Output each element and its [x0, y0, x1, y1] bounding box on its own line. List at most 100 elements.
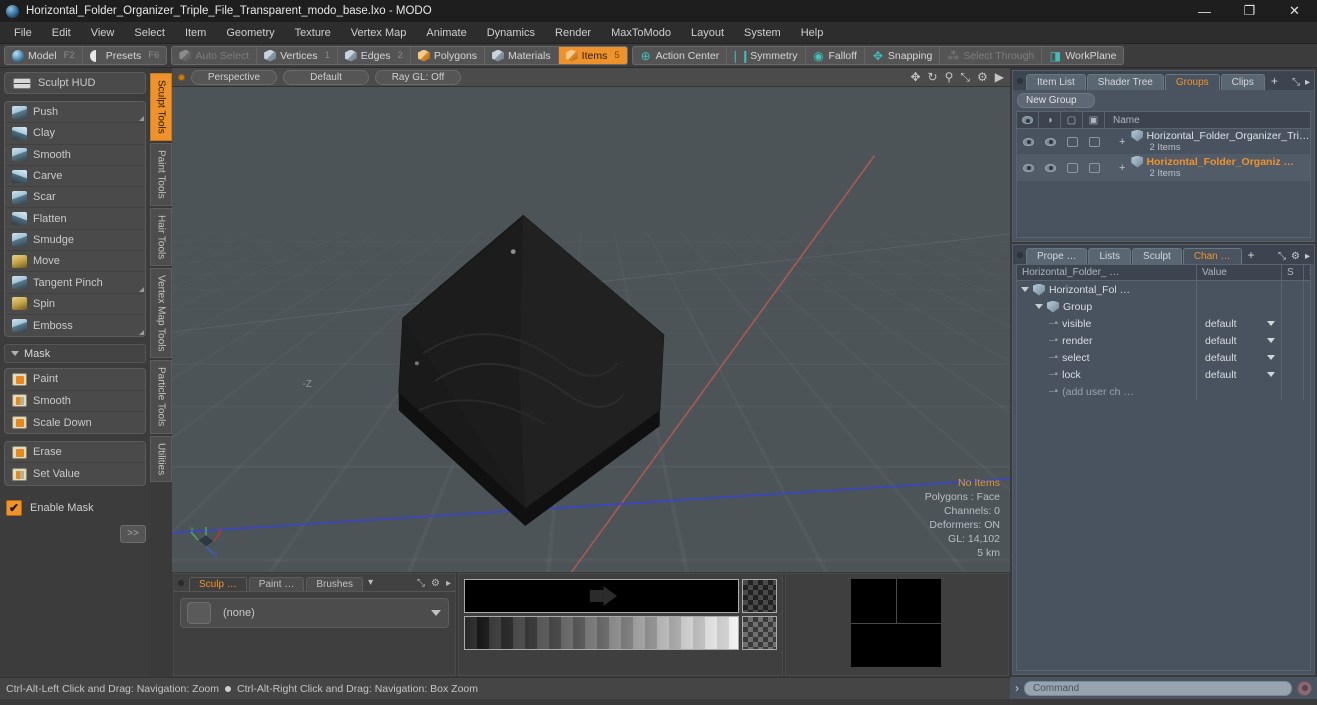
channel-row[interactable]: –▪ visible default	[1017, 315, 1310, 332]
vtab-utilities[interactable]: Utilities	[150, 435, 172, 482]
gradient-checker-swatch[interactable]	[742, 616, 777, 650]
minimize-button[interactable]: —	[1182, 0, 1227, 22]
sculpt-tool-flatten[interactable]: Flatten	[5, 208, 145, 230]
mask-tool-paint[interactable]: Paint	[5, 369, 145, 391]
mode-model[interactable]: Model F2	[5, 47, 83, 64]
tab-clips[interactable]: Clips	[1220, 74, 1265, 90]
3d-viewport[interactable]: -Z No Items Polygons : Face Channels: 0 …	[172, 87, 1010, 572]
visibility-icon[interactable]	[1017, 112, 1039, 128]
expand-icon[interactable]: ⤡	[1292, 77, 1300, 88]
sculpt-hud-button[interactable]: Sculpt HUD	[4, 72, 146, 94]
gear-icon[interactable]: ⚙	[977, 70, 988, 84]
mode-select-through[interactable]: ⁂ Select Through	[940, 47, 1043, 64]
panel-menu-dot-icon[interactable]	[178, 579, 184, 586]
channel-row[interactable]: –▪ lock default	[1017, 366, 1310, 383]
mode-vertices[interactable]: Vertices 1	[257, 47, 338, 64]
tab-paint[interactable]: Paint …	[248, 577, 305, 591]
viewport-raygl-button[interactable]: Ray GL: Off	[375, 69, 461, 85]
expand-icon[interactable]: +	[1119, 162, 1125, 174]
pan-icon[interactable]: ✥	[910, 70, 920, 84]
tab-lists[interactable]: Lists	[1088, 248, 1132, 264]
sculpt-tool-move[interactable]: Move	[5, 251, 145, 273]
mode-items[interactable]: Items 5	[558, 47, 627, 64]
brush-preview-quad[interactable]	[851, 579, 941, 667]
zoom-icon[interactable]: ⚲	[945, 70, 954, 84]
chevron-down-icon[interactable]	[1035, 304, 1043, 309]
mode-presets[interactable]: Presets F6	[83, 47, 167, 64]
mode-falloff[interactable]: ◉ Falloff	[806, 47, 865, 64]
menu-item-texture[interactable]: Texture	[285, 24, 341, 42]
enable-mask-row[interactable]: ✔ Enable Mask	[6, 497, 146, 519]
select-icon[interactable]: ▢	[1061, 112, 1083, 128]
group-row-toggle-0[interactable]	[1017, 129, 1039, 154]
mode-polygons[interactable]: Polygons	[411, 47, 486, 64]
menu-item-help[interactable]: Help	[791, 24, 834, 42]
falloff-profile-strip[interactable]	[464, 579, 739, 613]
rotate-icon[interactable]: ↻	[928, 70, 938, 84]
menu-item-layout[interactable]: Layout	[681, 24, 734, 42]
sculpt-tool-carve[interactable]: Carve	[5, 166, 145, 188]
add-tab-button[interactable]: +	[1271, 74, 1278, 88]
mode-snapping[interactable]: ✥ Snapping	[865, 47, 941, 64]
channel-row[interactable]: –▪ (add user ch …	[1017, 383, 1310, 400]
command-record-button[interactable]	[1297, 680, 1312, 696]
menu-item-dynamics[interactable]: Dynamics	[477, 24, 545, 42]
sculpt-tool-push[interactable]: Push	[5, 102, 145, 124]
tab-properties[interactable]: Prope …	[1026, 248, 1088, 264]
group-row[interactable]: + Horizontal_Folder_Organiz … 2 Items	[1017, 155, 1310, 181]
arrow-right-icon[interactable]: ▶	[995, 70, 1004, 84]
gear-icon[interactable]: ⚙	[431, 578, 440, 589]
group-row-toggle-3[interactable]	[1083, 155, 1105, 180]
group-row-toggle-2[interactable]	[1061, 129, 1083, 154]
tab-sculpt[interactable]: Sculp …	[189, 577, 247, 591]
chevron-down-icon[interactable]	[1267, 321, 1275, 326]
group-row-toggle-1[interactable]	[1039, 129, 1061, 154]
tab-groups[interactable]: Groups	[1164, 74, 1220, 90]
menu-item-view[interactable]: View	[81, 24, 125, 42]
mode-auto-select[interactable]: Auto Select	[172, 47, 258, 64]
channel-row[interactable]: Group	[1017, 298, 1310, 315]
fit-icon[interactable]: ⤡	[960, 70, 970, 85]
tab-sculpt-props[interactable]: Sculpt	[1132, 248, 1182, 264]
sculpt-tool-smudge[interactable]: Smudge	[5, 230, 145, 252]
falloff-checker-swatch[interactable]	[742, 579, 777, 613]
lock-icon[interactable]: ▣	[1083, 112, 1105, 128]
group-row-toggle-2[interactable]	[1061, 155, 1083, 180]
chevron-down-icon[interactable]	[1267, 338, 1275, 343]
channel-value-cell[interactable]: default	[1197, 349, 1282, 366]
chevron-down-icon[interactable]	[1267, 372, 1275, 377]
channel-value-cell[interactable]: default	[1197, 366, 1282, 383]
tab-shader-tree[interactable]: Shader Tree	[1086, 74, 1164, 90]
group-row-toggle-0[interactable]	[1017, 155, 1039, 180]
viewport-menu-dot-icon[interactable]	[178, 73, 185, 81]
tab-overflow-caret-icon[interactable]: ▾	[368, 577, 373, 588]
arrow-right-icon[interactable]: ▸	[446, 578, 451, 589]
menu-item-render[interactable]: Render	[545, 24, 601, 42]
command-input[interactable]: Command	[1024, 680, 1292, 696]
mode-materials[interactable]: Materials	[485, 47, 559, 64]
sculpt-tool-clay[interactable]: Clay	[5, 123, 145, 145]
panel-menu-dot-icon[interactable]	[1017, 77, 1023, 84]
menu-item-system[interactable]: System	[734, 24, 791, 42]
vtab-hair-tools[interactable]: Hair Tools	[150, 207, 172, 266]
gear-icon[interactable]: ⚙	[1291, 251, 1300, 262]
new-group-button[interactable]: New Group	[1017, 93, 1095, 108]
group-row-toggle-1[interactable]	[1039, 155, 1061, 180]
arrow-right-icon[interactable]: ▸	[1305, 77, 1310, 88]
mask-tool-erase[interactable]: Erase	[5, 442, 145, 464]
chevron-down-icon[interactable]	[1021, 287, 1029, 292]
group-row-toggle-3[interactable]	[1083, 129, 1105, 154]
vtab-sculpt-tools[interactable]: Sculpt Tools	[150, 73, 172, 141]
mask-tool-smooth[interactable]: Smooth	[5, 391, 145, 412]
sculpt-tool-tangent-pinch[interactable]: Tangent Pinch	[5, 272, 145, 294]
gradient-ramp-strip[interactable]	[464, 616, 739, 650]
channel-row[interactable]: –▪ select default	[1017, 349, 1310, 366]
enable-mask-checkbox[interactable]: ✔	[6, 499, 22, 516]
menu-item-geometry[interactable]: Geometry	[216, 24, 284, 42]
tab-channels[interactable]: Chan …	[1182, 248, 1242, 264]
sculpt-tool-smooth[interactable]: Smooth	[5, 145, 145, 166]
tab-item-list[interactable]: Item List	[1026, 74, 1086, 90]
sculpt-tool-scar[interactable]: Scar	[5, 187, 145, 209]
close-button[interactable]: ✕	[1272, 0, 1317, 22]
vtab-paint-tools[interactable]: Paint Tools	[150, 142, 172, 206]
